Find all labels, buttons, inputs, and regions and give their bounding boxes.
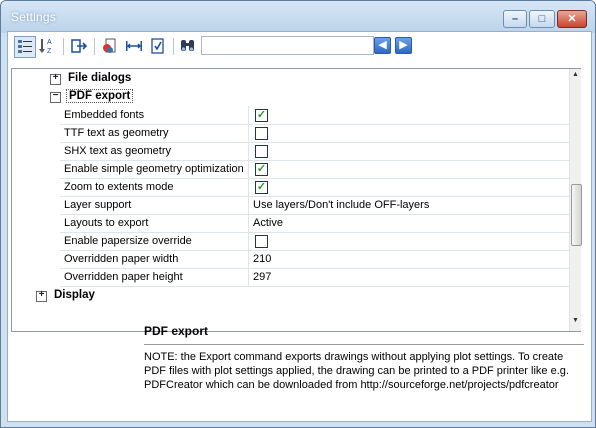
description-text: NOTE: the Export command exports drawing… (144, 350, 584, 392)
property-row-simple-geometry[interactable]: Enable simple geometry optimization ✓ (12, 160, 571, 179)
category-label: File dialogs (68, 72, 132, 84)
close-button[interactable]: ✕ (557, 10, 587, 28)
close-icon: ✕ (567, 13, 577, 25)
minimize-icon: – (511, 13, 519, 25)
property-value (249, 142, 571, 161)
export-button[interactable] (69, 36, 89, 56)
find-button[interactable] (178, 36, 198, 56)
category-row-display[interactable]: + Display (12, 287, 567, 305)
minimize-button[interactable]: – (503, 10, 527, 28)
papersize-override-checkbox[interactable] (255, 235, 268, 248)
property-name: TTF text as geometry (60, 124, 249, 143)
check-icon: ✓ (256, 109, 267, 121)
property-row-papersize-override[interactable]: Enable papersize override (12, 232, 571, 251)
embedded-fonts-checkbox[interactable]: ✓ (255, 109, 268, 122)
simple-geometry-checkbox[interactable]: ✓ (255, 163, 268, 176)
category-row-pdf-export[interactable]: − PDF export (12, 88, 567, 106)
scroll-up-icon[interactable]: ▲ (570, 71, 581, 83)
toolbar: A Z ◀ ▶ (8, 32, 591, 60)
alphabetical-view-button[interactable]: A Z (38, 36, 58, 56)
import-icon (103, 38, 116, 53)
property-value: ✓ (249, 160, 571, 179)
expand-icon[interactable]: + (50, 72, 61, 85)
property-value: ✓ (249, 106, 571, 125)
toolbar-separator (94, 38, 95, 55)
property-name: Overridden paper height (60, 268, 249, 287)
property-row-shx-text[interactable]: SHX text as geometry (12, 142, 571, 161)
toolbar-separator (63, 38, 64, 55)
property-row-layouts-to-export[interactable]: Layouts to export Active (12, 214, 571, 233)
width-icon (126, 41, 142, 51)
collapse-icon[interactable]: − (50, 90, 61, 103)
property-row-paper-height[interactable]: Overridden paper height 297 (12, 268, 571, 287)
layer-support-value[interactable]: Use layers/Don't include OFF-layers (249, 196, 571, 215)
paper-width-value[interactable]: 210 (249, 250, 571, 269)
description-line: NOTE: the Export command exports drawing… (144, 351, 564, 363)
property-name: Zoom to extents mode (60, 178, 249, 197)
description-line: PDFCreator which can be downloaded from … (144, 379, 559, 391)
property-name: Embedded fonts (60, 106, 249, 125)
property-value: ✓ (249, 178, 571, 197)
window-title: Settings (11, 10, 56, 24)
property-grid: + File dialogs − PDF export Embedded fon… (11, 68, 582, 332)
maximize-icon: □ (538, 13, 546, 25)
paper-height-value[interactable]: 297 (249, 268, 571, 287)
scroll-thumb[interactable] (571, 184, 582, 246)
import-button[interactable] (100, 36, 120, 56)
validate-button[interactable] (148, 36, 168, 56)
category-row-file-dialogs[interactable]: + File dialogs (12, 70, 567, 88)
description-title: PDF export (144, 324, 209, 338)
property-row-layer-support[interactable]: Layer support Use layers/Don't include O… (12, 196, 571, 215)
category-label: Display (54, 289, 95, 301)
check-icon: ✓ (256, 163, 267, 175)
description-left-pane (11, 333, 137, 419)
vertical-scrollbar[interactable]: ▲ ▼ (569, 69, 582, 331)
layouts-to-export-value[interactable]: Active (249, 214, 571, 233)
property-name: Enable simple geometry optimization (60, 160, 249, 179)
toolbar-separator (173, 38, 174, 55)
svg-text:A: A (47, 39, 52, 46)
property-value (249, 124, 571, 143)
alphabetical-icon: A Z (39, 39, 52, 55)
zoom-extents-checkbox[interactable]: ✓ (255, 181, 268, 194)
property-name: Overridden paper width (60, 250, 249, 269)
check-icon: ✓ (256, 181, 267, 193)
shx-text-checkbox[interactable] (255, 145, 268, 158)
search-input[interactable] (201, 36, 374, 55)
property-name: Enable papersize override (60, 232, 249, 251)
validate-icon (151, 38, 164, 54)
property-value (249, 232, 571, 251)
categorized-icon (18, 40, 32, 53)
description-line: PDF files with plot settings applied, th… (144, 365, 569, 377)
property-row-embedded-fonts[interactable]: Embedded fonts ✓ (12, 106, 571, 125)
scroll-down-icon[interactable]: ▼ (570, 317, 581, 329)
settings-client-area: A Z ◀ ▶ + File dialogs − PDF export Embe… (7, 31, 592, 422)
next-result-button[interactable]: ▶ (395, 37, 412, 54)
property-name: Layouts to export (60, 214, 249, 233)
property-row-paper-width[interactable]: Overridden paper width 210 (12, 250, 571, 269)
ttf-text-checkbox[interactable] (255, 127, 268, 140)
previous-result-button[interactable]: ◀ (374, 37, 391, 54)
description-divider (144, 344, 584, 345)
title-bar[interactable]: Settings – □ ✕ (1, 1, 595, 33)
settings-window: Settings – □ ✕ A Z ◀ ▶ + File dialogs − … (0, 0, 596, 428)
svg-text:Z: Z (47, 48, 52, 55)
property-row-zoom-extents[interactable]: Zoom to extents mode ✓ (12, 178, 571, 197)
category-label: PDF export (66, 89, 134, 103)
column-width-button[interactable] (124, 36, 144, 56)
property-name: SHX text as geometry (60, 142, 249, 161)
property-row-ttf-text[interactable]: TTF text as geometry (12, 124, 571, 143)
maximize-button[interactable]: □ (529, 10, 555, 28)
export-icon (71, 39, 88, 53)
find-icon (181, 40, 194, 51)
expand-icon[interactable]: + (36, 289, 47, 302)
categorized-view-button[interactable] (14, 36, 36, 58)
property-name: Layer support (60, 196, 249, 215)
